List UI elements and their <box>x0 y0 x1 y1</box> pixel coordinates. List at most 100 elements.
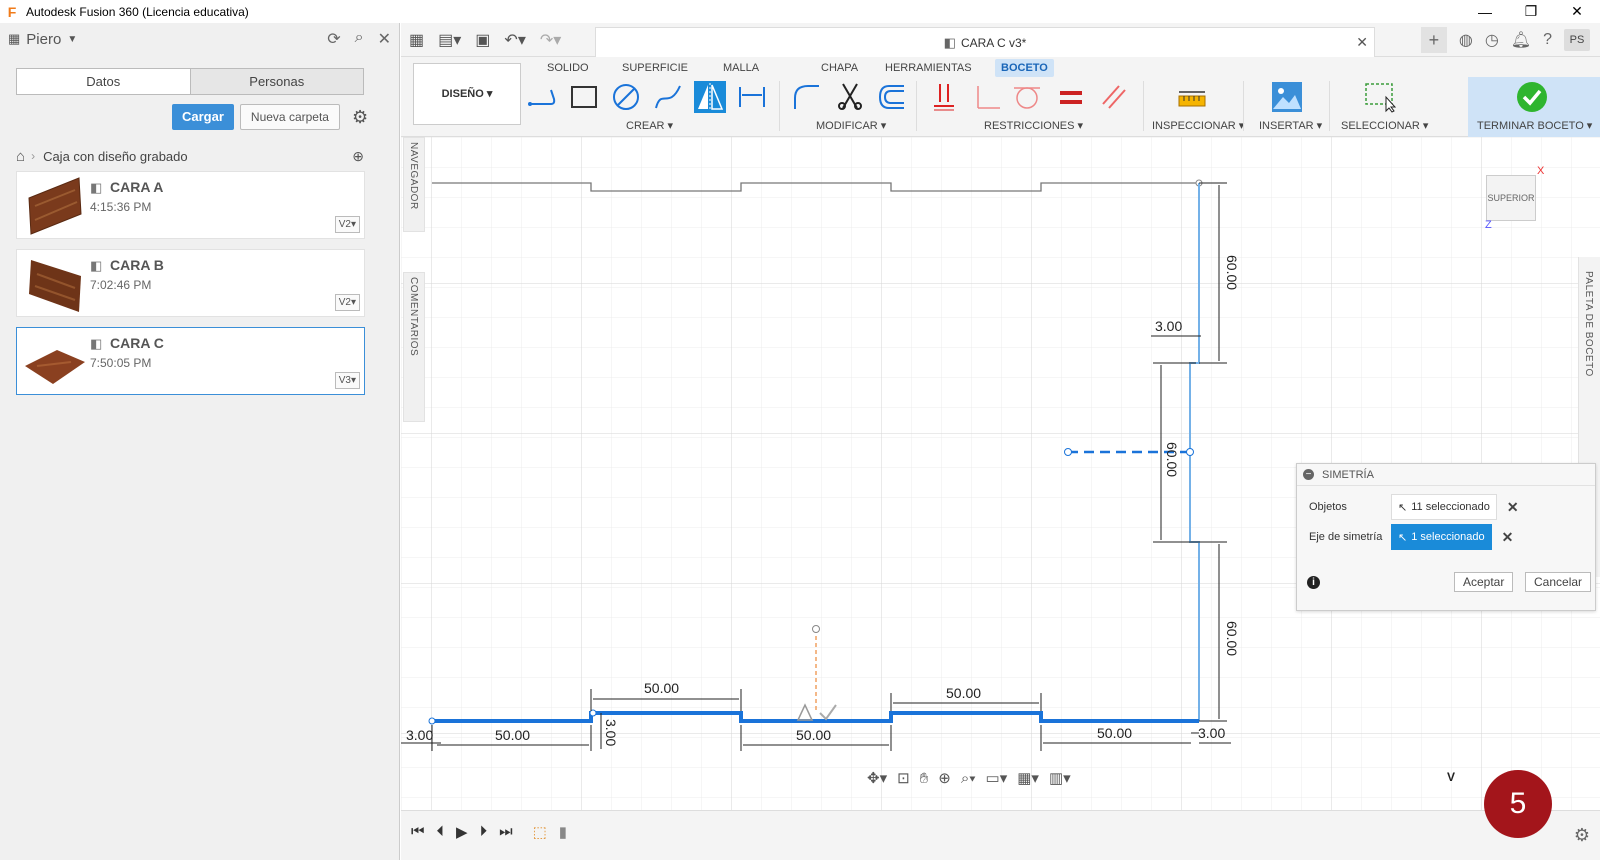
avatar[interactable]: PS <box>1564 29 1590 51</box>
group-insertar[interactable]: INSERTAR ▾ <box>1259 119 1322 132</box>
bell-icon[interactable]: 🔔︎ <box>1511 30 1531 50</box>
dim-label[interactable]: 50.00 <box>796 727 831 743</box>
clear-axis-icon[interactable]: ✕ <box>1502 529 1514 546</box>
group-modificar[interactable]: MODIFICAR ▾ <box>816 119 886 132</box>
fix-constraint-icon[interactable] <box>928 81 960 113</box>
maximize-button[interactable]: ❐ <box>1508 0 1554 23</box>
collapse-icon[interactable]: − <box>1303 469 1314 480</box>
trim-tool-icon[interactable] <box>834 81 866 113</box>
go-to-start-icon[interactable]: ⏮ <box>411 823 425 841</box>
pan-icon[interactable]: ✋︎ <box>920 770 929 787</box>
axis-selection-field[interactable]: ↖ 1 seleccionado <box>1391 524 1492 550</box>
step-forward-icon[interactable]: ⏵ <box>480 823 488 841</box>
dim-label[interactable]: 3.00 <box>1155 318 1182 334</box>
close-button[interactable]: ✕ <box>1554 0 1600 23</box>
viewports-icon[interactable]: ▥▾ <box>1049 769 1071 787</box>
play-icon[interactable]: ▶ <box>456 823 468 841</box>
new-folder-button[interactable]: Nueva carpeta <box>239 104 340 130</box>
upload-button[interactable]: Cargar <box>172 104 234 130</box>
objects-selection-field[interactable]: ↖ 11 seleccionado <box>1391 494 1497 520</box>
finish-sketch-icon[interactable] <box>1516 81 1548 113</box>
clear-objects-icon[interactable]: ✕ <box>1507 499 1519 516</box>
tab-chapa[interactable]: CHAPA <box>815 59 864 77</box>
sketch-feature-icon[interactable]: ⬚ <box>533 823 547 841</box>
list-item[interactable]: ◧ CARA B 7:02:46 PM V2▾ <box>16 249 365 317</box>
workspace-selector[interactable]: DISEÑO ▾ <box>413 63 521 125</box>
dimension-tool-icon[interactable] <box>736 81 768 113</box>
home-icon[interactable]: ⌂ <box>16 148 25 165</box>
tab-personas[interactable]: Personas <box>190 69 363 94</box>
undo-icon[interactable]: ↶▾ <box>504 30 525 50</box>
spline-tool-icon[interactable] <box>652 81 684 113</box>
redo-icon[interactable]: ↷▾ <box>540 30 561 50</box>
dim-label[interactable]: 60.00 <box>1224 621 1240 656</box>
dim-label[interactable]: 3.00 <box>603 719 619 746</box>
equal-constraint-icon[interactable] <box>1055 81 1087 113</box>
grid-menu-icon[interactable]: ▦ <box>409 30 424 50</box>
version-dropdown[interactable]: V3▾ <box>334 372 360 389</box>
dim-label[interactable]: 50.00 <box>495 727 530 743</box>
list-item[interactable]: ◧ CARA A 4:15:36 PM V2▾ <box>16 171 365 239</box>
zoom-window-icon[interactable]: ⌕▾ <box>961 770 976 787</box>
perpendicular-constraint-icon[interactable] <box>971 81 1003 113</box>
grid-settings-icon[interactable]: ▦▾ <box>1017 769 1039 787</box>
dim-label[interactable]: 50.00 <box>644 680 679 696</box>
refresh-icon[interactable]: ⟳ <box>327 29 340 49</box>
gear-icon[interactable]: ⚙ <box>1574 825 1590 846</box>
save-icon[interactable]: ▣ <box>475 30 490 50</box>
step-back-icon[interactable]: ⏴ <box>437 823 445 841</box>
viewcube[interactable]: SUPERIOR <box>1486 175 1536 221</box>
gear-icon[interactable]: ⚙ <box>352 107 368 128</box>
tab-malla[interactable]: MALLA <box>717 59 765 77</box>
look-at-icon[interactable]: ⊡ <box>897 769 910 787</box>
group-crear[interactable]: CREAR ▾ <box>626 119 673 132</box>
minimize-button[interactable]: — <box>1462 0 1508 23</box>
help-icon[interactable]: ? <box>1543 31 1552 49</box>
document-tab[interactable]: ◧ CARA C v3* ✕ <box>595 27 1375 57</box>
dim-label[interactable]: 50.00 <box>946 685 981 701</box>
offset-tool-icon[interactable] <box>876 81 908 113</box>
file-menu-icon[interactable]: ▤▾ <box>438 30 461 50</box>
circle-tool-icon[interactable] <box>610 81 642 113</box>
tab-datos[interactable]: Datos <box>17 69 191 94</box>
dim-label[interactable]: 60.00 <box>1164 442 1180 477</box>
group-restricciones[interactable]: RESTRICCIONES ▾ <box>984 119 1083 132</box>
zoom-icon[interactable]: ⊕ <box>938 769 951 787</box>
job-status-icon[interactable]: ◷ <box>1485 30 1499 50</box>
display-settings-icon[interactable]: ▭▾ <box>986 769 1008 787</box>
timeline-marker-icon[interactable]: ▮ <box>559 823 567 841</box>
search-icon[interactable]: ⌕ <box>355 29 364 49</box>
version-dropdown[interactable]: V2▾ <box>334 216 360 233</box>
ok-button[interactable]: Aceptar <box>1454 572 1514 592</box>
dim-label[interactable]: 3.00 <box>406 727 433 743</box>
group-seleccionar[interactable]: SELECCIONAR ▾ <box>1341 119 1428 132</box>
extensions-icon[interactable]: ◍ <box>1459 30 1473 50</box>
tab-herramientas[interactable]: HERRAMIENTAS <box>879 59 978 77</box>
measure-tool-icon[interactable] <box>1176 81 1208 113</box>
line-tool-icon[interactable] <box>526 81 558 113</box>
version-dropdown[interactable]: V2▾ <box>334 294 360 311</box>
comments-panel-tab[interactable]: COMENTARIOS <box>403 272 425 422</box>
dim-label[interactable]: 50.00 <box>1097 725 1132 741</box>
info-icon[interactable]: i <box>1307 576 1320 589</box>
user-selector[interactable]: Piero <box>26 31 61 48</box>
go-to-end-icon[interactable]: ⏭ <box>499 823 513 841</box>
dim-label[interactable]: 3.00 <box>1198 725 1225 741</box>
tab-superficie[interactable]: SUPERFICIE <box>616 59 694 77</box>
dim-label[interactable]: 60.00 <box>1224 255 1240 290</box>
group-terminar-boceto[interactable]: TERMINAR BOCETO ▾ <box>1477 119 1592 132</box>
chevron-down-icon[interactable]: ▼ <box>67 34 77 45</box>
globe-icon[interactable]: ⊕ <box>352 148 364 165</box>
list-item[interactable]: ◧ CARA C 7:50:05 PM V3▾ <box>16 327 365 395</box>
tangent-constraint-icon[interactable] <box>1011 81 1043 113</box>
new-tab-button[interactable]: + <box>1420 27 1447 53</box>
orbit-icon[interactable]: ✥▾ <box>867 769 887 787</box>
hub-icon[interactable]: ▦ <box>8 31 20 47</box>
tab-solido[interactable]: SOLIDO <box>541 59 595 77</box>
mirror-tool-icon[interactable] <box>694 81 726 113</box>
breadcrumb-project[interactable]: Caja con diseño grabado <box>43 149 188 164</box>
group-inspeccionar[interactable]: INSPECCIONAR ▾ <box>1152 119 1244 132</box>
navigator-panel-tab[interactable]: NAVEGADOR <box>403 137 425 232</box>
fillet-tool-icon[interactable] <box>791 81 823 113</box>
close-tab-icon[interactable]: ✕ <box>1356 34 1368 51</box>
